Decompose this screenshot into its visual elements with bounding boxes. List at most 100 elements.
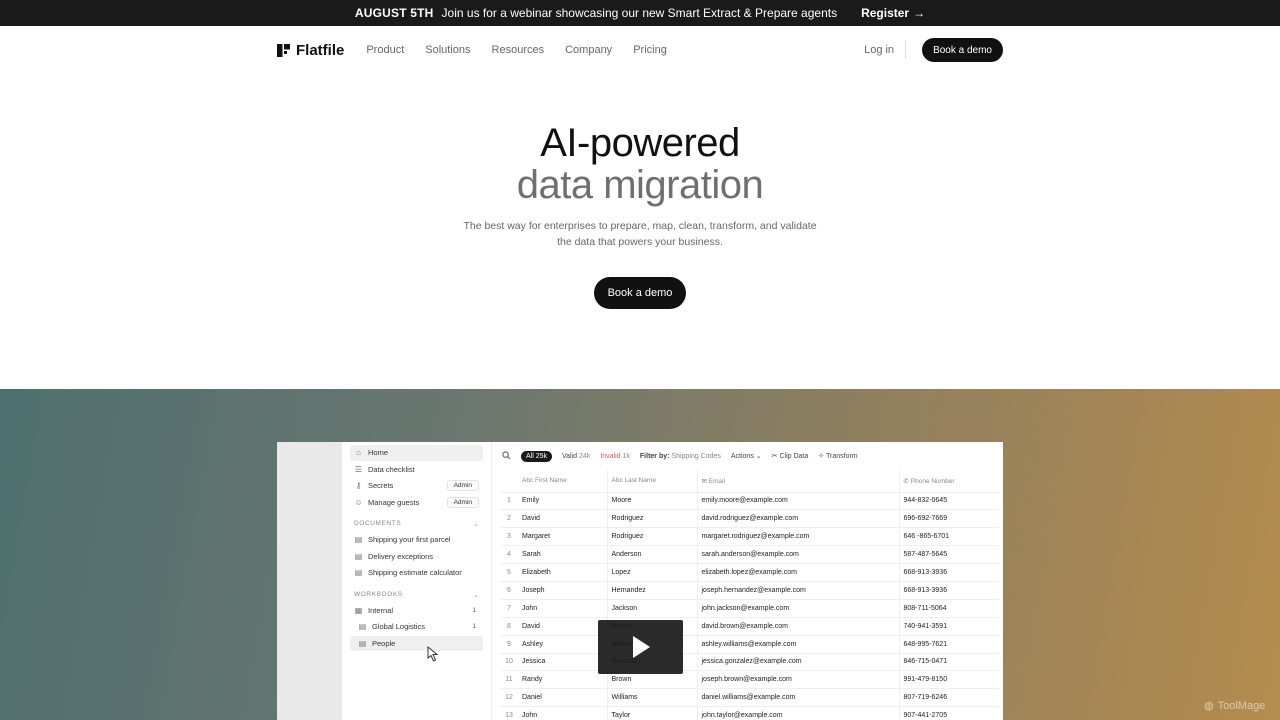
row-number: 12 — [500, 688, 518, 707]
search-icon[interactable] — [502, 450, 511, 462]
cell-email[interactable]: daniel.williams@example.com — [697, 688, 900, 707]
table-row[interactable]: 8DavidBrowndavid.brown@example.com740-94… — [500, 616, 999, 636]
sidebar-document-item[interactable]: ▤ Shipping estimate calculator — [350, 565, 483, 581]
nav-link-resources[interactable]: Resources — [492, 44, 545, 56]
sidebar-document-item[interactable]: ▤ Shipping your first parcel — [350, 532, 483, 548]
table-row[interactable]: 12 Daniel Williams daniel.williams@example.… — [500, 688, 999, 707]
column-header-first-name[interactable]: Abc First Name — [518, 470, 608, 492]
sidebar-item-secrets[interactable]: ⚷ Secrets Admin — [350, 478, 483, 494]
cell-first-name[interactable]: Daniel — [518, 688, 608, 707]
table-row[interactable]: 11 Randy Brown joseph.brown@example.com 991-… — [500, 670, 999, 689]
filter-all-pill[interactable]: All 25k — [521, 450, 553, 462]
cell-phone[interactable]: 944-832-0645 — [899, 491, 999, 510]
sidebar-workbook-global-logistics[interactable]: ▤ Global Logistics 1 — [350, 619, 483, 635]
cell-first-name[interactable]: Sarah — [518, 545, 608, 564]
cell-first-name[interactable]: Jessica — [518, 652, 608, 671]
cell-phone[interactable]: 696-692-7669 — [899, 509, 999, 528]
cell-email[interactable]: joseph.brown@example.com — [697, 670, 900, 689]
table-row[interactable]: 2 David Rodriguez david.rodriguez@example.c… — [500, 509, 999, 528]
cell-last-name[interactable]: Lopez — [607, 563, 698, 582]
cell-email[interactable]: david.brown@example.com — [697, 616, 900, 636]
nav-link-product[interactable]: Product — [366, 44, 404, 56]
table-row[interactable]: 9AshleyWilliamsashley.williams@example.c… — [500, 634, 999, 654]
nav-link-solutions[interactable]: Solutions — [425, 44, 470, 56]
cell-email[interactable]: sarah.anderson@example.com — [697, 545, 900, 564]
cell-first-name[interactable]: Elizabeth — [518, 563, 608, 582]
cell-phone[interactable]: 808-711-5064 — [899, 598, 999, 618]
cell-phone[interactable]: 740-941-3591 — [899, 616, 999, 636]
cell-email[interactable]: ashley.williams@example.com — [697, 634, 900, 654]
cell-email[interactable]: margaret.rodriguez@example.com — [697, 527, 900, 546]
cell-last-name[interactable]: Taylor — [607, 706, 698, 720]
phone-icon: ✆ — [903, 477, 909, 485]
cell-first-name[interactable]: Ashley — [518, 634, 608, 654]
table-row[interactable]: 5 Elizabeth Lopez elizabeth.lopez@example.c… — [500, 563, 999, 582]
cell-last-name[interactable]: Rodriguez — [607, 509, 698, 528]
nav-book-demo-button[interactable]: Book a demo — [922, 38, 1003, 62]
cell-email[interactable]: joseph.hernandez@example.com — [697, 580, 900, 600]
sidebar-item-manage-guests[interactable]: ☺ Manage guests Admin — [350, 495, 483, 511]
sidebar-item-data-checklist[interactable]: ☰ Data checklist — [350, 462, 483, 478]
cell-last-name[interactable]: Jackson — [607, 598, 698, 618]
table-row[interactable]: 4 Sarah Anderson sarah.anderson@example.com… — [500, 545, 999, 564]
clip-data-button[interactable]: ✂ Clip Data — [772, 452, 809, 460]
sidebar-document-item[interactable]: ▤ Delivery exceptions — [350, 549, 483, 565]
documents-section-header[interactable]: DOCUMENTS ⌄ — [354, 520, 483, 528]
cell-email[interactable]: john.taylor@example.com — [697, 706, 900, 720]
table-row[interactable]: 6 Joseph Hernandez joseph.hernandez@example… — [500, 580, 999, 600]
actions-dropdown[interactable]: Actions ⌄ — [731, 452, 762, 460]
video-play-button[interactable] — [598, 620, 683, 674]
cell-email[interactable]: john.jackson@example.com — [697, 598, 900, 618]
cell-phone[interactable]: 646 -865-6701 — [899, 527, 999, 546]
cell-first-name[interactable]: David — [518, 509, 608, 528]
nav-link-company[interactable]: Company — [565, 44, 612, 56]
filter-invalid[interactable]: Invalid 1k — [600, 453, 630, 460]
cell-email[interactable]: jessica.gonzalez@example.com — [697, 652, 900, 671]
hero-title-line1: AI-powered — [540, 121, 740, 165]
nav-link-pricing[interactable]: Pricing — [633, 44, 667, 56]
key-icon: ⚷ — [355, 481, 362, 491]
register-link[interactable]: Register → — [861, 6, 925, 20]
transform-button[interactable]: ✧ Transform — [818, 452, 857, 460]
cell-first-name[interactable]: David — [518, 616, 608, 636]
sidebar-workbook-people[interactable]: ▤ People — [350, 635, 483, 651]
cell-phone[interactable]: 587-487-5645 — [899, 545, 999, 564]
cell-phone[interactable]: 991-479-8150 — [899, 670, 999, 689]
cell-first-name[interactable]: Margaret — [518, 527, 608, 546]
cell-phone[interactable]: 807-719-6246 — [899, 688, 999, 707]
cell-first-name[interactable]: Joseph — [518, 580, 608, 600]
cell-first-name[interactable]: John — [518, 706, 608, 720]
cell-last-name[interactable]: Rodriguez — [607, 527, 698, 546]
cell-phone[interactable]: 668-913-3936 — [899, 563, 999, 582]
table-row[interactable]: 13 John Taylor john.taylor@example.com 907-4… — [500, 706, 999, 720]
cell-last-name[interactable]: Hernandez — [607, 580, 698, 600]
workbooks-section-header[interactable]: WORKBOOKS ⌄ — [354, 591, 483, 599]
cell-last-name[interactable]: Moore — [607, 491, 698, 510]
filter-by-dropdown[interactable]: Filter by: Shipping Codes — [640, 453, 721, 460]
table-row[interactable]: 1 Emily Moore emily.moore@example.com 944-83… — [500, 491, 999, 510]
cell-phone[interactable]: 907-441-2705 — [899, 706, 999, 720]
table-row[interactable]: 7 John Jackson john.jackson@example.com 808-… — [500, 598, 999, 618]
cell-phone[interactable]: 668-913-3936 — [899, 580, 999, 600]
cell-last-name[interactable]: Anderson — [607, 545, 698, 564]
cell-email[interactable]: david.rodriguez@example.com — [697, 509, 900, 528]
column-header-email[interactable]: ✉ Email — [697, 470, 900, 492]
column-header-phone[interactable]: ✆ Phone Number — [899, 470, 999, 492]
sidebar-workbook-internal[interactable]: ▦ Internal 1 — [350, 603, 483, 619]
login-link[interactable]: Log in — [864, 41, 907, 59]
cell-first-name[interactable]: John — [518, 598, 608, 618]
column-header-last-name[interactable]: Abc Last Name — [607, 470, 698, 492]
hero-book-demo-button[interactable]: Book a demo — [594, 277, 686, 309]
table-row[interactable]: 10JessicaGonzalezjessica.gonzalez@exampl… — [500, 652, 999, 671]
flatfile-logo[interactable]: Flatfile — [277, 42, 344, 59]
sidebar-item-home[interactable]: ⌂ Home — [350, 445, 483, 461]
cell-first-name[interactable]: Randy — [518, 670, 608, 689]
cell-phone[interactable]: 648-995-7621 — [899, 634, 999, 654]
table-row[interactable]: 3 Margaret Rodriguez margaret.rodriguez@exa… — [500, 527, 999, 546]
filter-valid[interactable]: Valid 24k — [562, 453, 590, 460]
cell-email[interactable]: elizabeth.lopez@example.com — [697, 563, 900, 582]
cell-first-name[interactable]: Emily — [518, 491, 608, 510]
cell-last-name[interactable]: Williams — [607, 688, 698, 707]
cell-email[interactable]: emily.moore@example.com — [697, 491, 900, 510]
cell-phone[interactable]: 846-715-0471 — [899, 652, 999, 671]
